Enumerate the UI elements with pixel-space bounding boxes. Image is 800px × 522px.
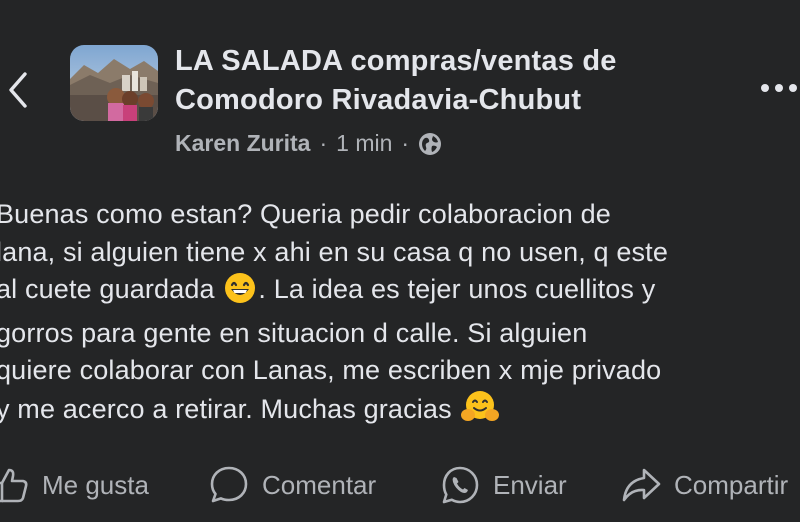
author-name[interactable]: Karen Zurita: [175, 130, 310, 157]
separator-dot: ·: [401, 130, 410, 156]
post-text-segment: . La idea es tejer unos cuellitos y: [258, 274, 656, 304]
group-avatar[interactable]: [70, 45, 158, 121]
post-line: quiere colaborar con Lanas, me escriben …: [0, 355, 662, 385]
post-text-segment: y me acerco a retirar. Muchas gracias: [0, 393, 452, 424]
post-line: gorros para gente en situacion d calle. …: [0, 317, 588, 348]
grinning-face-emoji: [224, 272, 256, 315]
post-time[interactable]: 1 min: [336, 130, 392, 157]
post-line: lana, si alguien tiene x ahi en su casa …: [0, 236, 669, 267]
comment-button[interactable]: Comentar: [208, 462, 376, 508]
more-options-button[interactable]: [758, 74, 800, 102]
post-view: LA SALADA compras/ventas de Comodoro Riv…: [0, 0, 800, 522]
post-header: LA SALADA compras/ventas de Comodoro Riv…: [175, 42, 735, 157]
more-dots-icon: [761, 84, 797, 92]
like-button[interactable]: Me gusta: [0, 462, 149, 508]
hugging-face-emoji: [461, 390, 500, 435]
back-button[interactable]: [2, 60, 36, 120]
whatsapp-icon: [442, 466, 479, 504]
like-label: Me gusta: [42, 469, 149, 500]
comment-label: Comentar: [262, 469, 377, 500]
share-button[interactable]: Compartir: [620, 462, 788, 508]
post-body: Buenas como estan? Queria pedir colabora…: [0, 196, 800, 434]
post-line: Buenas como estan? Queria pedir colabora…: [0, 199, 611, 229]
send-label: Enviar: [493, 469, 567, 500]
thumbs-up-icon: [0, 468, 28, 503]
group-name[interactable]: LA SALADA compras/ventas de Comodoro Riv…: [175, 42, 735, 120]
separator-dot: ·: [319, 130, 328, 156]
share-arrow-icon: [622, 468, 661, 502]
post-line-with-emoji: al cuete guardada . La idea es tejer uno…: [0, 271, 800, 315]
send-button[interactable]: Enviar: [439, 462, 567, 508]
share-label: Compartir: [674, 469, 789, 500]
comment-bubble-icon: [210, 466, 248, 503]
globe-icon: [419, 132, 442, 155]
post-text-segment: al cuete guardada: [0, 274, 215, 304]
post-meta: Karen Zurita · 1 min ·: [175, 130, 735, 157]
chevron-left-icon: [9, 72, 27, 108]
post-line-with-emoji: y me acerco a retirar. Muchas gracias: [0, 390, 800, 435]
post-actions-bar: Me gusta Comentar Enviar Compartir: [0, 462, 800, 508]
